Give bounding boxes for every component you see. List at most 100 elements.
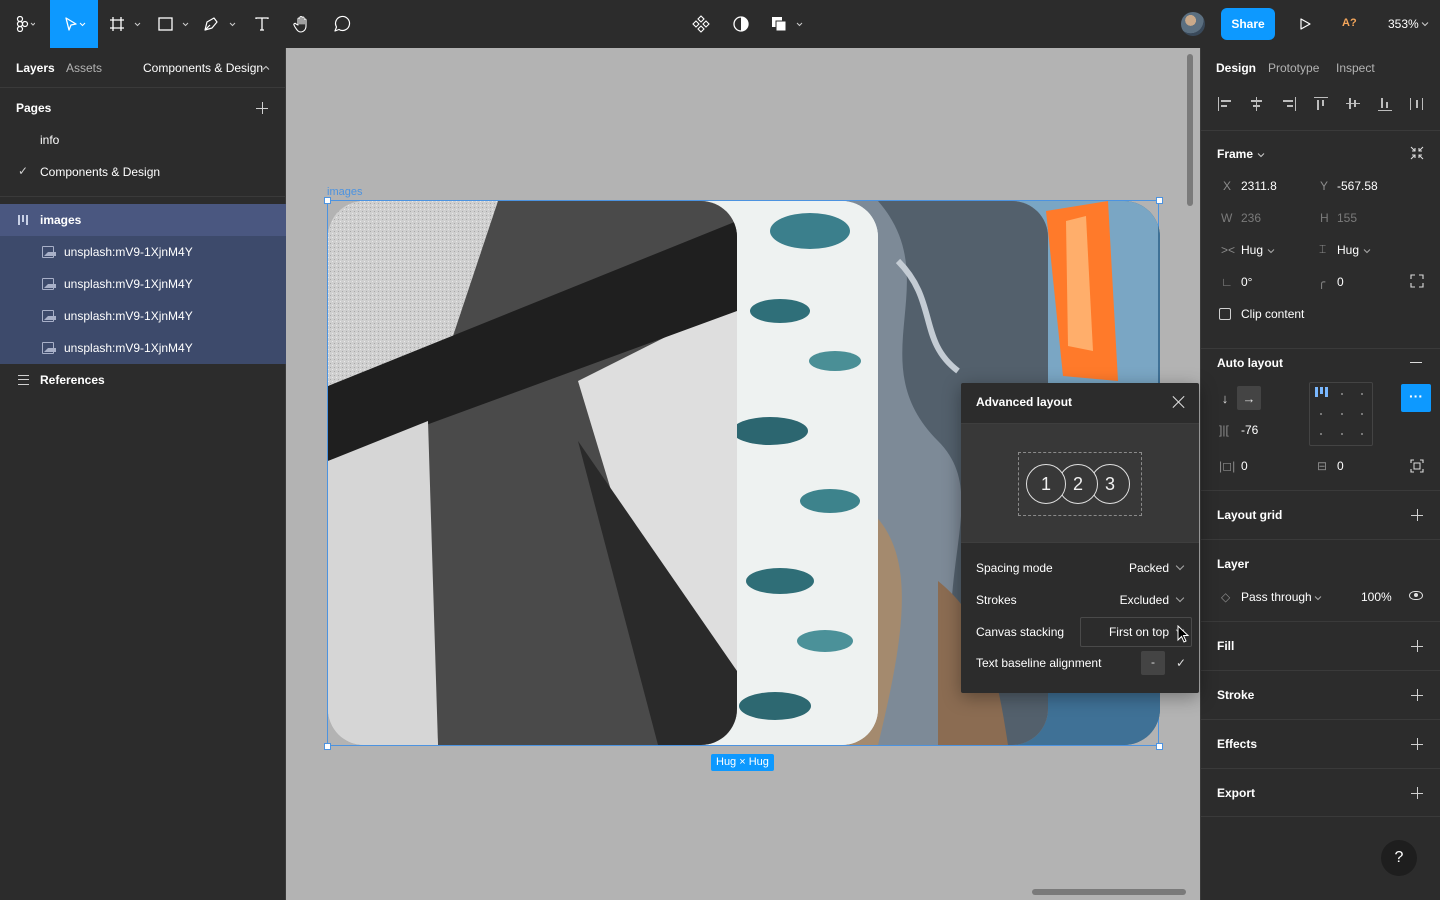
help-button[interactable]: ?	[1381, 840, 1417, 876]
tab-inspect[interactable]: Inspect	[1336, 61, 1375, 75]
rotation-field[interactable]: 0°	[1241, 275, 1252, 289]
page-item-info[interactable]: info	[0, 124, 286, 156]
padding-horizontal-field[interactable]: 0	[1241, 459, 1248, 473]
close-icon[interactable]	[1172, 395, 1186, 409]
individual-padding-icon[interactable]	[1410, 459, 1424, 473]
zoom-chevron-down-icon[interactable]	[1421, 20, 1429, 28]
resize-handle-tr[interactable]	[1156, 197, 1163, 204]
align-vertical-center-icon[interactable]	[1345, 96, 1361, 112]
chevron-down-icon[interactable]	[1314, 594, 1322, 602]
independent-corners-icon[interactable]	[1410, 274, 1424, 288]
align-bar-icon	[1320, 387, 1323, 394]
align-horizontal-center-icon[interactable]	[1249, 96, 1265, 112]
canvas-stacking-row[interactable]: Canvas stacking First on top	[961, 616, 1199, 648]
layer-row-image-1[interactable]: unsplash:mV9-1XjnM4Y	[0, 236, 286, 268]
zoom-level[interactable]: 353%	[1388, 17, 1419, 31]
hand-tool-button[interactable]	[288, 0, 316, 48]
add-export-plus-icon[interactable]	[1411, 787, 1423, 799]
main-menu-button[interactable]	[8, 0, 42, 48]
canvas-stacking-value[interactable]: First on top	[1109, 625, 1169, 639]
page-item-components-design[interactable]: ✓ Components & Design	[0, 156, 286, 188]
strokes-value[interactable]: Excluded	[1120, 593, 1169, 607]
horizontal-scrollbar[interactable]	[1032, 889, 1186, 895]
resize-handle-bl[interactable]	[324, 743, 331, 750]
opacity-field[interactable]: 100%	[1361, 590, 1392, 604]
comment-tool-button[interactable]	[328, 0, 356, 48]
frame-label[interactable]: images	[327, 186, 362, 198]
components-button[interactable]	[688, 0, 714, 48]
chevron-down-icon[interactable]	[1363, 247, 1371, 255]
vertical-scrollbar[interactable]	[1187, 54, 1193, 206]
advanced-layout-more-button[interactable]: ···	[1401, 384, 1431, 412]
frame-tool-button[interactable]	[106, 0, 146, 48]
blend-mode-select[interactable]: Pass through	[1241, 590, 1312, 604]
accessibility-badge[interactable]: A?	[1342, 17, 1357, 29]
add-fill-plus-icon[interactable]	[1411, 640, 1423, 652]
layer-row-images[interactable]: images	[0, 204, 286, 236]
layer-row-image-2[interactable]: unsplash:mV9-1XjnM4Y	[0, 268, 286, 300]
tab-layers[interactable]: Layers	[16, 61, 55, 75]
layer-row-references[interactable]: References	[0, 364, 286, 396]
spacing-icon: ]|[	[1219, 423, 1229, 437]
page-selector[interactable]: Components & Design	[143, 61, 263, 75]
add-layout-grid-plus-icon[interactable]	[1411, 509, 1423, 521]
share-button[interactable]: Share	[1221, 8, 1275, 40]
x-field[interactable]: 2311.8	[1241, 179, 1277, 193]
spacing-field[interactable]: -76	[1241, 423, 1258, 437]
y-field[interactable]: -567.58	[1337, 179, 1378, 193]
spacing-mode-row[interactable]: Spacing mode Packed	[961, 552, 1199, 584]
add-stroke-plus-icon[interactable]	[1411, 689, 1423, 701]
mouse-cursor-icon	[1177, 625, 1190, 643]
alignment-grid[interactable]	[1309, 382, 1373, 446]
layer-row-image-3[interactable]: unsplash:mV9-1XjnM4Y	[0, 300, 286, 332]
visibility-eye-icon[interactable]	[1409, 591, 1423, 600]
chevron-down-icon[interactable]	[1257, 151, 1265, 159]
move-tool-button[interactable]	[50, 0, 98, 48]
resize-handle-tl[interactable]	[324, 197, 331, 204]
pen-icon	[204, 17, 236, 31]
align-left-icon[interactable]	[1217, 96, 1233, 112]
tab-prototype[interactable]: Prototype	[1268, 61, 1319, 75]
radius-field[interactable]: 0	[1337, 275, 1344, 289]
chevron-down-icon[interactable]	[1267, 247, 1275, 255]
spacing-mode-value[interactable]: Packed	[1129, 561, 1169, 575]
strokes-row[interactable]: Strokes Excluded	[961, 584, 1199, 616]
chevron-up-icon[interactable]	[262, 64, 270, 72]
theme-toggle-button[interactable]	[728, 0, 754, 48]
pen-tool-button[interactable]	[200, 0, 240, 48]
align-top-icon[interactable]	[1313, 96, 1329, 112]
w-field[interactable]: 236	[1241, 211, 1261, 225]
frame-title[interactable]: Frame	[1217, 147, 1253, 161]
baseline-off-button[interactable]: -	[1141, 651, 1165, 675]
padding-vertical-field[interactable]: 0	[1337, 459, 1344, 473]
image-card-paper[interactable]	[328, 201, 737, 745]
h-field[interactable]: 155	[1337, 211, 1357, 225]
image-icon	[42, 278, 56, 290]
add-page-plus-icon[interactable]	[256, 102, 268, 114]
user-avatar[interactable]	[1181, 12, 1205, 36]
direction-horizontal-button[interactable]: →	[1237, 386, 1261, 410]
resize-to-fit-icon[interactable]	[1410, 146, 1424, 160]
align-right-icon[interactable]	[1281, 96, 1297, 112]
baseline-on-check-icon[interactable]: ✓	[1169, 651, 1193, 675]
tab-assets[interactable]: Assets	[66, 61, 102, 75]
add-effect-plus-icon[interactable]	[1411, 738, 1423, 750]
direction-vertical-button[interactable]: ↓	[1213, 386, 1237, 410]
distribute-icon[interactable]	[1409, 96, 1425, 112]
shape-tool-button[interactable]	[154, 0, 194, 48]
resize-handle-br[interactable]	[1156, 743, 1163, 750]
align-bottom-icon[interactable]	[1377, 96, 1393, 112]
width-mode-select[interactable]: Hug	[1241, 243, 1263, 257]
tab-design[interactable]: Design	[1216, 61, 1256, 75]
height-mode-select[interactable]: Hug	[1337, 243, 1359, 257]
page-item-label: info	[40, 133, 60, 147]
corner-radius-icon: ╭	[1318, 275, 1326, 289]
text-tool-button[interactable]	[248, 0, 276, 48]
boolean-group-button[interactable]	[768, 0, 808, 48]
remove-auto-layout-icon[interactable]	[1410, 362, 1422, 363]
layer-row-image-4[interactable]: unsplash:mV9-1XjnM4Y	[0, 332, 286, 364]
present-button[interactable]	[1294, 0, 1316, 48]
clip-content-checkbox[interactable]	[1219, 308, 1231, 320]
left-panel: Layers Assets Components & Design Pages …	[0, 48, 286, 900]
chevron-down-icon	[1175, 593, 1185, 603]
